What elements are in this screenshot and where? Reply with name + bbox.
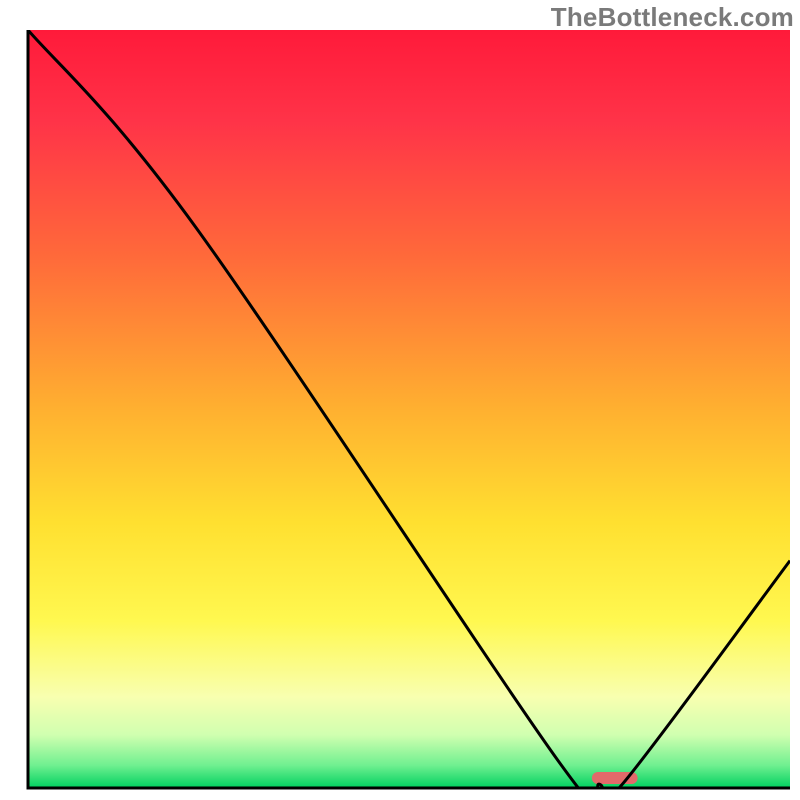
chart-svg (0, 0, 800, 800)
plot-background (28, 30, 790, 788)
bottleneck-chart: TheBottleneck.com (0, 0, 800, 800)
